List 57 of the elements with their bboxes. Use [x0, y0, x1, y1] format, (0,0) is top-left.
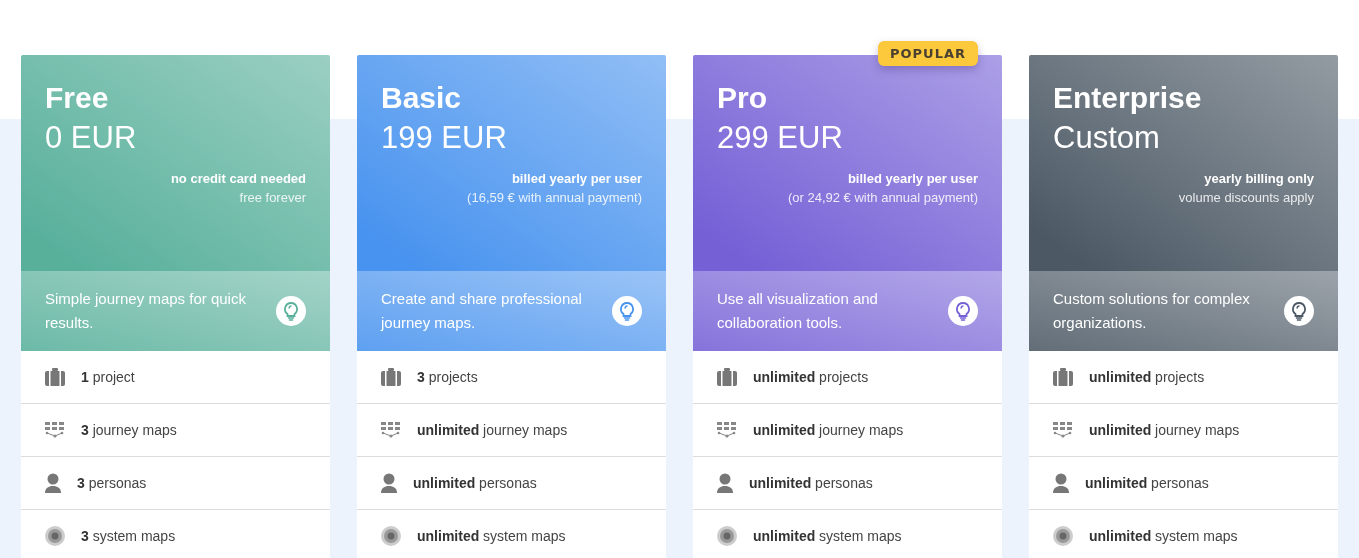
person-icon	[717, 473, 733, 493]
plan-price: Custom	[1053, 119, 1161, 157]
feature-text: 3 projects	[417, 369, 478, 385]
plan-tagline: Create and share professional journey maps.	[381, 289, 583, 333]
briefcase-icon	[381, 368, 401, 386]
billing-info: billed yearly per user	[511, 171, 642, 186]
journey-map-icon	[1053, 422, 1073, 438]
plan-name: Free	[45, 80, 110, 116]
briefcase-icon	[717, 368, 737, 386]
lightbulb-icon	[276, 296, 306, 326]
feature-text: unlimited projects	[753, 369, 869, 385]
lightbulb-icon	[1284, 296, 1314, 326]
lightbulb-icon	[612, 296, 642, 326]
feature-text: unlimited projects	[1089, 369, 1205, 385]
billing-info: billed yearly per user	[847, 171, 978, 186]
feature-text: unlimited journey maps	[1089, 422, 1240, 438]
feature-text: 3 journey maps	[81, 422, 177, 438]
system-map-icon	[381, 526, 401, 546]
plan-name: Pro	[717, 80, 768, 116]
billing-info: no credit card needed	[170, 171, 306, 186]
feature-text: unlimited personas	[749, 475, 873, 491]
plan-price: 0 EUR	[45, 119, 138, 157]
person-icon	[1053, 473, 1069, 493]
billing-note: (or 24,92 € with annual payment)	[787, 190, 978, 205]
briefcase-icon	[1053, 368, 1073, 386]
person-icon	[381, 473, 397, 493]
feature-text: 1 project	[81, 369, 135, 385]
plan-name: Enterprise	[1053, 80, 1203, 116]
feature-text: unlimited personas	[1085, 475, 1209, 491]
feature-text: unlimited journey maps	[753, 422, 904, 438]
plan-tagline: Use all visualization and collaboration tools.	[717, 289, 879, 333]
feature-text: unlimited system maps	[753, 528, 902, 544]
plan-price: 299 EUR	[717, 119, 844, 157]
billing-note: free forever	[239, 190, 306, 205]
plan-name: Basic	[381, 80, 463, 116]
briefcase-icon	[45, 368, 65, 386]
feature-text: unlimited system maps	[1089, 528, 1238, 544]
plan-tagline: Simple journey maps for quick results.	[45, 289, 247, 333]
system-map-icon	[717, 526, 737, 546]
popular-badge: POPULAR	[877, 41, 978, 66]
system-map-icon	[45, 526, 65, 546]
billing-note: (16,59 € with annual payment)	[467, 190, 642, 205]
journey-map-icon	[45, 422, 65, 438]
feature-text: unlimited journey maps	[417, 422, 568, 438]
billing-info: yearly billing only	[1204, 171, 1314, 186]
feature-text: unlimited system maps	[417, 528, 566, 544]
feature-text: 3 personas	[77, 475, 147, 491]
feature-text: unlimited personas	[413, 475, 537, 491]
system-map-icon	[1053, 526, 1073, 546]
billing-note: volume discounts apply	[1178, 190, 1314, 205]
person-icon	[45, 473, 61, 493]
feature-text: 3 system maps	[81, 528, 176, 544]
plan-price: 199 EUR	[381, 119, 508, 157]
lightbulb-icon	[948, 296, 978, 326]
journey-map-icon	[717, 422, 737, 438]
plan-tagline: Custom solutions for complex organizations.	[1053, 289, 1251, 333]
journey-map-icon	[381, 422, 401, 438]
